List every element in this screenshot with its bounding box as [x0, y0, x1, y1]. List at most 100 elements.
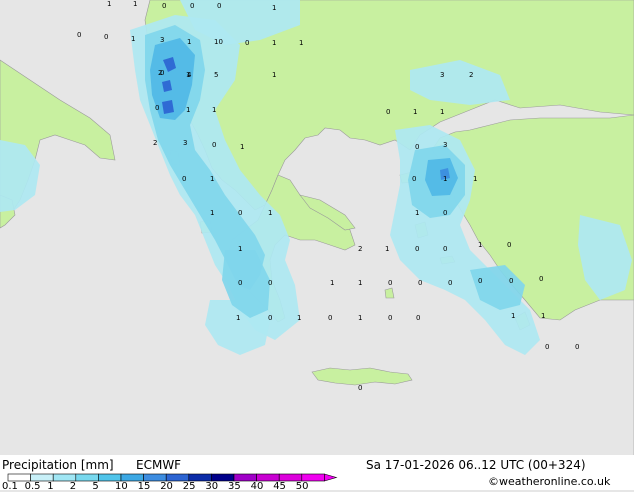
precip-value-label: 0	[328, 314, 332, 322]
precip-value-label: 2	[158, 69, 162, 77]
precip-value-label: 5	[214, 71, 218, 79]
precip-value-label: 0	[217, 2, 221, 10]
legend-swatch	[7, 473, 31, 482]
precip-value-label: 0	[443, 245, 447, 253]
precip-value-label: 0	[238, 279, 242, 287]
precip-value-label: 0	[182, 175, 186, 183]
precip-value-label: 0	[268, 279, 272, 287]
precip-value-label: 1	[212, 106, 216, 114]
legend-swatch	[211, 473, 235, 482]
legend-swatch	[165, 473, 190, 482]
legend-swatch	[278, 473, 303, 482]
precip-value-label: 1	[478, 241, 482, 249]
precip-value-label: 0	[386, 108, 390, 116]
precip-value-label: 0	[77, 31, 81, 39]
credit-link[interactable]: ©weatheronline.co.uk	[488, 475, 610, 488]
legend-tick-label: 15	[137, 481, 151, 492]
precip-value-label: 0	[268, 314, 272, 322]
precip-value-label: 1	[299, 39, 303, 47]
legend-tick-label: 40	[250, 481, 264, 492]
footer-bar: Precipitation [mm] ECMWF Sa 17-01-2026 0…	[0, 455, 634, 492]
precip-value-label: 1	[272, 4, 276, 12]
legend-swatch	[256, 473, 280, 482]
precip-value-label: 1	[440, 108, 444, 116]
precip-value-label: 1	[186, 106, 190, 114]
legend-tick-label: 10	[115, 481, 128, 492]
precip-value-label: 0	[104, 33, 108, 41]
legend-swatch	[30, 473, 54, 482]
precip-value-label: 1	[238, 245, 242, 253]
precip-value-label: 1	[107, 0, 111, 8]
precip-value-label: 1	[297, 314, 301, 322]
legend-tick-label: 5	[92, 481, 99, 492]
legend-swatch	[301, 473, 325, 482]
precip-value-label: 0	[575, 343, 579, 351]
precip-value-label: 4	[187, 71, 192, 79]
precip-value-label: 1	[358, 279, 362, 287]
legend-tick-label: 1	[47, 481, 54, 492]
precip-value-label: 0	[509, 277, 513, 285]
legend-swatch	[120, 473, 144, 482]
precip-value-label: 0	[507, 241, 511, 249]
precip-value-label: 1	[415, 209, 419, 217]
precip-very-heavy-core-3	[162, 100, 174, 114]
legend-tick-label: 50	[295, 481, 309, 492]
precip-value-label: 0	[162, 2, 166, 10]
precip-value-label: 0	[416, 314, 420, 322]
legend-arrow	[324, 473, 338, 482]
legend-swatch	[98, 473, 122, 482]
legend-tick-label: 0.1	[2, 481, 18, 492]
precip-value-label: 1	[210, 175, 214, 183]
precip-value-label: 1	[511, 312, 515, 320]
precip-value-label: 0	[545, 343, 549, 351]
precip-value-label: 0	[443, 209, 447, 217]
legend-tick-label: 2	[69, 481, 77, 492]
legend-tick-label: 45	[273, 481, 286, 492]
precip-value-label: 1	[385, 245, 389, 253]
precip-value-label: 1	[131, 35, 135, 43]
valid-datetime: Sa 17-01-2026 06..12 UTC (00+324)	[366, 458, 586, 472]
precip-value-label: 0	[388, 279, 392, 287]
legend-tick-label: 0.5	[24, 481, 41, 492]
legend-tick-label: 30	[205, 481, 219, 492]
legend-swatch	[143, 473, 167, 482]
precipitation-map: 1 1 0 0 0 1 0 0 1 3 1 10 0 1 1 0 1 2 4 5 1 3 2 0 1 1 0 1 1 2 3 0 1 0 3 0 1 0 1…	[0, 0, 634, 455]
precip-value-label: 2	[153, 139, 157, 147]
precip-value-label: 1	[272, 39, 276, 47]
legend-tick-label: 20	[160, 481, 173, 492]
legend-tick-label: 35	[228, 481, 241, 492]
precip-value-label: 1	[236, 314, 240, 322]
precip-value-label: 0	[358, 384, 362, 392]
precip-value-label: 0	[245, 39, 249, 47]
precip-value-label: 1	[330, 279, 334, 287]
precip-value-label: 2	[358, 245, 362, 253]
legend-swatch	[52, 473, 77, 482]
precip-value-label: 1	[240, 143, 244, 151]
precip-value-label: 3	[443, 141, 447, 149]
model-name: ECMWF	[136, 458, 182, 472]
precip-value-label: 0	[190, 2, 194, 10]
precip-value-label: 0	[478, 277, 482, 285]
precip-value-label: 1	[187, 38, 191, 46]
precip-value-label: 0	[415, 143, 419, 151]
precip-value-label: 1	[443, 175, 447, 183]
precip-value-label: 1	[272, 71, 276, 79]
legend-swatch	[233, 473, 257, 482]
precip-value-label: 0	[212, 141, 216, 149]
legend-swatch	[188, 473, 212, 482]
precip-value-label: 0	[388, 314, 392, 322]
precip-value-label: 0	[539, 275, 543, 283]
precip-value-label: 0	[155, 104, 159, 112]
precip-value-label: 0	[412, 175, 416, 183]
map-title: Precipitation [mm]	[2, 458, 114, 472]
precip-value-label: 1	[358, 314, 362, 322]
precip-value-label: 3	[160, 36, 164, 44]
precip-value-label: 10	[214, 38, 223, 46]
precip-value-label: 3	[183, 139, 187, 147]
precip-value-label: 1	[133, 0, 137, 8]
legend-tick-label: 25	[182, 481, 196, 492]
precip-value-label: 0	[238, 209, 242, 217]
precip-value-label: 1	[413, 108, 417, 116]
precip-value-label: 3	[440, 71, 444, 79]
precip-value-label: 1	[268, 209, 272, 217]
